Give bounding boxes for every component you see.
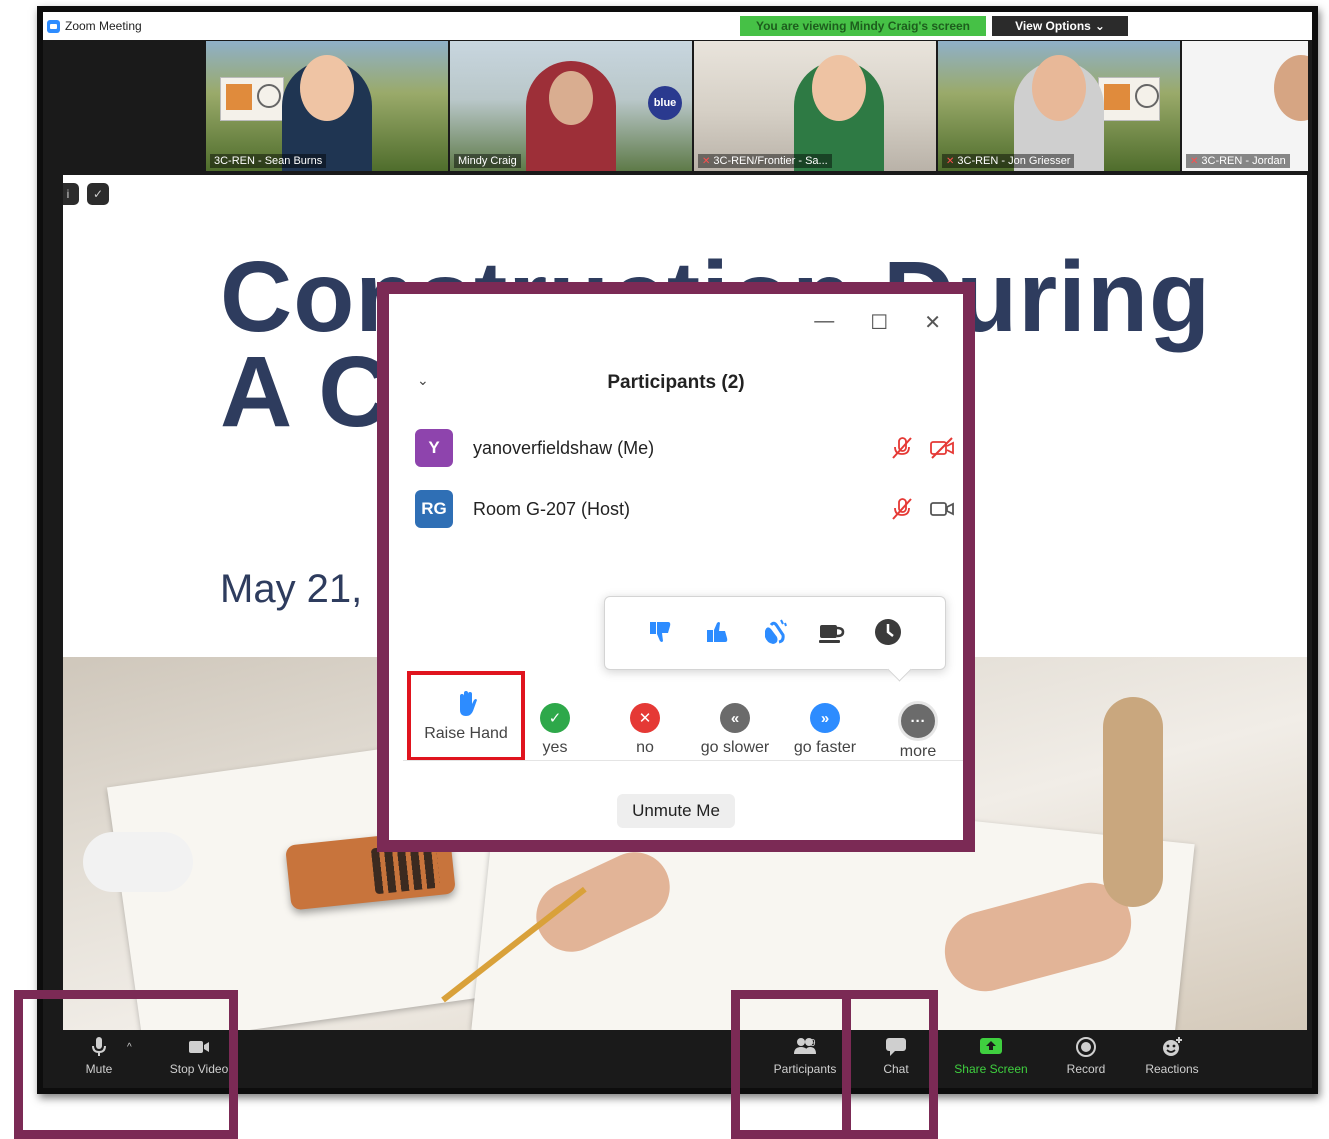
- share-screen-button[interactable]: Share Screen: [951, 1036, 1031, 1082]
- blue-logo-badge: blue: [648, 86, 682, 120]
- go-faster-button[interactable]: » go faster: [780, 689, 870, 767]
- raised-hand-icon: [460, 691, 477, 716]
- view-options-label: View Options: [1015, 19, 1091, 33]
- check-icon: ✓: [540, 703, 570, 733]
- record-button[interactable]: Record: [1046, 1036, 1126, 1082]
- yes-button[interactable]: ✓ yes: [510, 689, 600, 767]
- participant-name: Room G-207 (Host): [473, 498, 631, 519]
- info-icon[interactable]: i: [63, 183, 79, 205]
- x-icon: ✕: [630, 703, 660, 733]
- view-options-button[interactable]: View Options ⌄: [992, 16, 1128, 36]
- participants-panel-annotation-frame: — ☐ ✕ ⌄ Participants (2) Y yanoverfields…: [377, 282, 975, 852]
- close-icon[interactable]: ✕: [924, 310, 941, 335]
- participant-row[interactable]: Y yanoverfieldshaw (Me): [415, 428, 955, 468]
- raise-hand-label: Raise Hand: [424, 725, 508, 742]
- fast-forward-icon: »: [810, 703, 840, 733]
- video-tile-name: Mindy Craig: [454, 154, 521, 168]
- more-button[interactable]: ··· more: [873, 689, 963, 767]
- video-camera-icon[interactable]: [929, 497, 955, 521]
- reactions-button[interactable]: Reactions: [1132, 1036, 1212, 1082]
- chat-annotation-frame: [842, 990, 938, 1139]
- title-bar: Zoom Meeting You are viewing Mindy Craig…: [43, 12, 1312, 40]
- organization-logo: [1098, 77, 1160, 121]
- reactions-label: Reactions: [1145, 1062, 1199, 1076]
- raise-hand-button[interactable]: Raise Hand: [421, 675, 511, 753]
- video-tile-jordan[interactable]: ✕ 3C-REN - Jordan: [1182, 41, 1308, 171]
- avatar: Y: [415, 429, 453, 467]
- record-label: Record: [1066, 1062, 1106, 1076]
- maximize-icon[interactable]: ☐: [870, 310, 888, 335]
- video-tile-frontier[interactable]: ✕ 3C-REN/Frontier - Sa...: [694, 41, 936, 171]
- video-off-icon[interactable]: [929, 436, 955, 460]
- participants-panel: — ☐ ✕ ⌄ Participants (2) Y yanoverfields…: [389, 294, 963, 840]
- video-tile-jon-griesser[interactable]: ✕ 3C-REN - Jon Griesser: [938, 41, 1180, 171]
- thumbs-down-icon[interactable]: [645, 617, 675, 647]
- divider: [403, 760, 963, 761]
- video-tile-name: 3C-REN - Sean Burns: [210, 154, 327, 168]
- viewing-screen-banner: You are viewing Mindy Craig's screen: [740, 16, 986, 36]
- participant-status: [889, 497, 955, 521]
- video-tile-name: ✕ 3C-REN - Jon Griesser: [942, 154, 1075, 168]
- video-tile-mindy-craig[interactable]: blue Mindy Craig: [450, 41, 692, 171]
- video-tile-name: ✕ 3C-REN - Jordan: [1186, 154, 1290, 168]
- window-title: Zoom Meeting: [65, 19, 142, 33]
- no-button[interactable]: ✕ no: [600, 689, 690, 767]
- clock-icon[interactable]: [873, 617, 903, 647]
- muted-mic-icon: ✕: [702, 155, 711, 167]
- muted-mic-icon: ✕: [946, 155, 955, 167]
- unmute-me-button[interactable]: Unmute Me: [617, 794, 735, 828]
- avatar: RG: [415, 490, 453, 528]
- share-screen-label: Share Screen: [954, 1062, 1028, 1076]
- go-slower-label: go slower: [700, 739, 770, 756]
- slide-info-icons: i ✓: [63, 183, 109, 205]
- minimize-icon[interactable]: —: [814, 310, 834, 335]
- go-slower-button[interactable]: « go slower: [690, 689, 780, 767]
- nonverbal-reactions-popover: [604, 596, 946, 670]
- participants-header: Participants (2): [607, 372, 745, 393]
- rewind-icon: «: [720, 703, 750, 733]
- participant-name: yanoverfieldshaw (Me): [473, 437, 655, 458]
- mute-video-annotation-frame: [14, 990, 238, 1139]
- ellipsis-icon: ···: [898, 701, 938, 741]
- participants-annotation-frame: [731, 990, 851, 1139]
- share-screen-icon: [980, 1038, 1002, 1054]
- yes-label: yes: [542, 739, 568, 756]
- organization-logo: [220, 77, 284, 121]
- muted-mic-icon: ✕: [1190, 155, 1199, 167]
- feedback-row: Raise Hand ✓ yes ✕ no « go slower » go f…: [405, 671, 965, 767]
- participant-status: [889, 436, 955, 460]
- record-icon: [1076, 1037, 1096, 1057]
- participant-row[interactable]: RG Room G-207 (Host): [415, 489, 955, 529]
- clap-icon[interactable]: [759, 617, 789, 647]
- chevron-down-icon: ⌄: [1094, 19, 1105, 33]
- video-tile-sean-burns[interactable]: 3C-REN - Sean Burns: [206, 41, 448, 171]
- slide-date: May 21,: [220, 567, 363, 611]
- muted-microphone-icon[interactable]: [889, 436, 915, 460]
- thumbs-up-icon[interactable]: [702, 617, 732, 647]
- smiley-plus-icon: [1163, 1037, 1182, 1056]
- more-label: more: [899, 743, 937, 760]
- video-tile-name: ✕ 3C-REN/Frontier - Sa...: [698, 154, 832, 168]
- shield-icon[interactable]: ✓: [87, 183, 109, 205]
- no-label: no: [636, 739, 654, 756]
- zoom-app-icon: [47, 19, 60, 33]
- video-strip: 3C-REN - Sean Burns blue Mindy Craig ✕ 3C…: [206, 41, 1318, 171]
- muted-microphone-icon[interactable]: [889, 497, 915, 521]
- window-controls: — ☐ ✕: [814, 310, 941, 335]
- go-faster-label: go faster: [793, 739, 857, 756]
- coffee-icon[interactable]: [816, 617, 846, 647]
